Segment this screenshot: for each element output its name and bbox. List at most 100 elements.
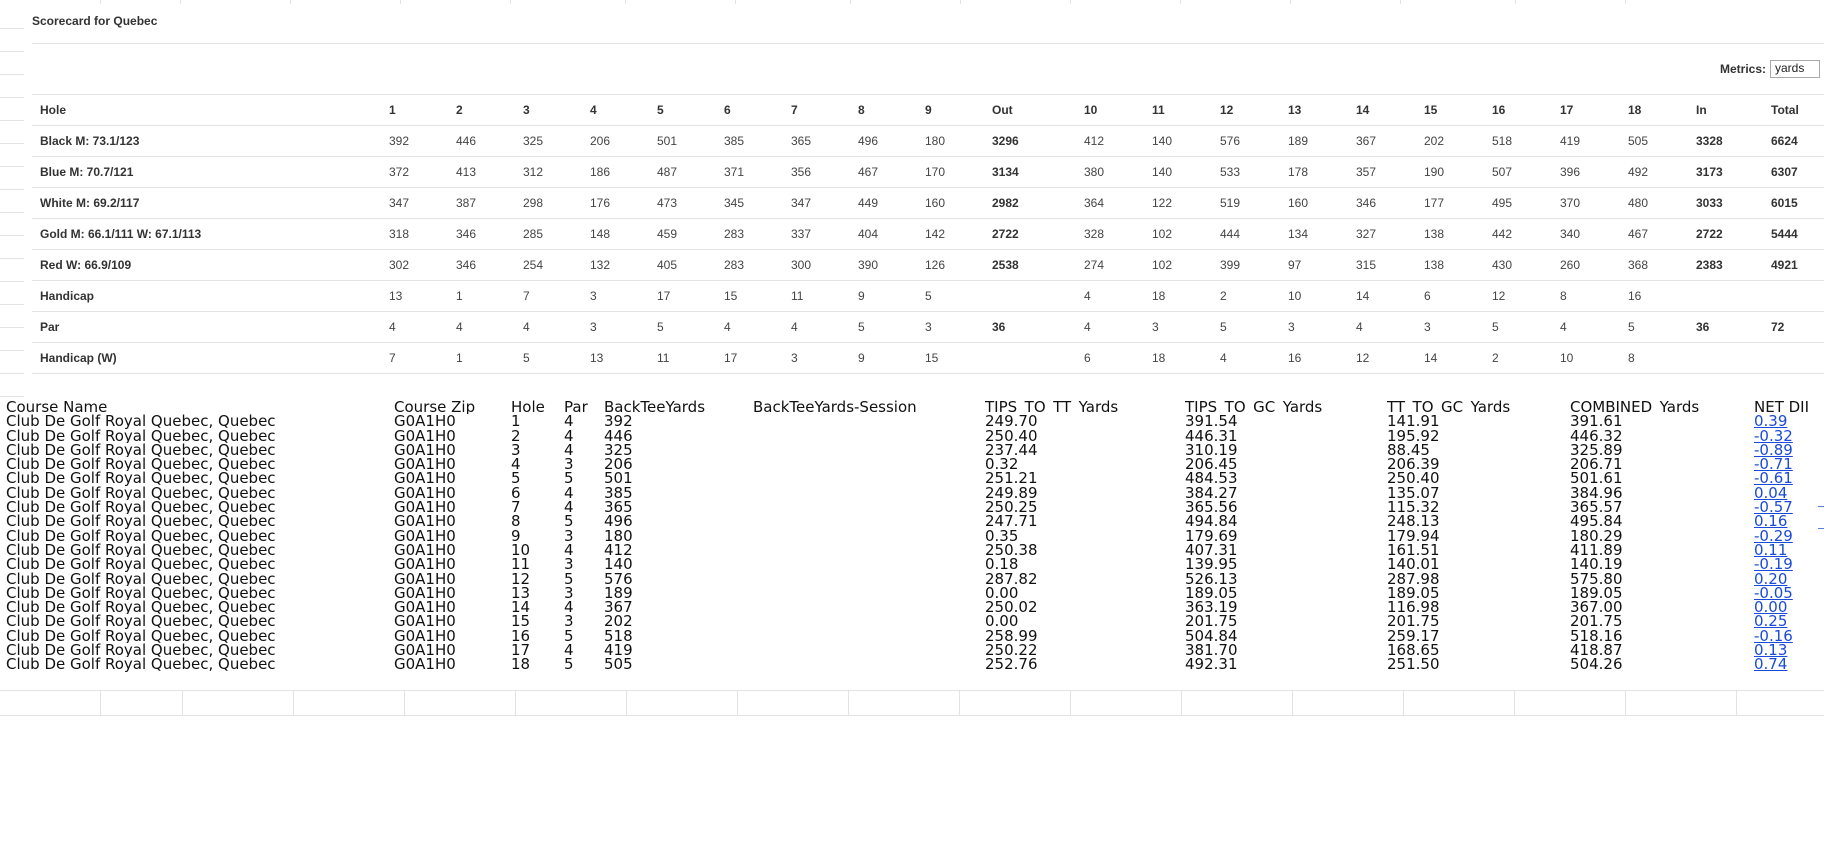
metrics-label: Metrics:: [1719, 62, 1766, 76]
net-diff-link[interactable]: -0.32: [1754, 429, 1824, 443]
score-cell: 501: [649, 125, 716, 157]
header-cell: 3: [515, 94, 582, 126]
header-cell: 9: [917, 94, 984, 126]
score-cell: 189: [1280, 125, 1348, 157]
net-diff-link[interactable]: -0.89: [1754, 443, 1824, 457]
net-diff-link[interactable]: -0.05: [1754, 586, 1824, 600]
data-cell: Club De Golf Royal Quebec, Quebec: [6, 614, 276, 629]
data-cell: G0A1H0: [394, 585, 456, 601]
score-cell: 132: [582, 249, 649, 281]
data-cell: G0A1H0: [394, 514, 456, 529]
data-cell: Club De Golf Royal Quebec, Quebec: [6, 600, 276, 615]
net-diff-link[interactable]: 0.00: [1754, 600, 1824, 614]
score-cell: 387: [448, 187, 515, 219]
data-cell: 4: [511, 457, 521, 472]
score-cell: 372: [381, 156, 448, 188]
score-cell: 10: [1552, 342, 1620, 374]
data-cell: 8: [511, 514, 521, 529]
score-cell: 318: [381, 218, 448, 250]
data-cell: 367: [604, 600, 633, 615]
net-diff-link[interactable]: -0.57: [1754, 500, 1824, 514]
score-cell: 190: [1416, 156, 1484, 188]
title-divider: [32, 43, 1824, 44]
data-cell: 250.22: [985, 643, 1038, 658]
edge-mark: [1818, 506, 1824, 507]
score-cell: 347: [783, 187, 850, 219]
data-cell: 258.99: [985, 628, 1038, 644]
score-cell: 254: [515, 249, 582, 281]
score-cell: 11: [649, 342, 716, 374]
net-diff-link[interactable]: 0.04: [1754, 486, 1824, 500]
edge-mark: [1818, 528, 1824, 529]
data-cell: 250.40: [1387, 471, 1440, 486]
net-diff-link[interactable]: -0.29: [1754, 529, 1824, 543]
data-cell: 140.01: [1387, 557, 1440, 572]
score-cell: 367: [1348, 125, 1416, 157]
score-cell: 4: [515, 311, 582, 343]
data-cell: 392: [604, 414, 633, 429]
score-cell: 380: [1076, 156, 1144, 188]
score-cell: 3: [783, 342, 850, 374]
scorecard-card: Scorecard for Quebec Metrics: yards Hole…: [32, 0, 1824, 395]
score-cell: 126: [917, 249, 984, 281]
data-row: Club De Golf Royal Quebec, Quebec G0A1H0 1…: [6, 572, 1824, 586]
grid-line: [626, 691, 627, 715]
data-cell: 135.07: [1387, 485, 1440, 501]
data-cell: 365.57: [1570, 500, 1623, 515]
score-cell: 178: [1280, 156, 1348, 188]
net-diff-link[interactable]: 0.13: [1754, 643, 1824, 657]
grid-line: [0, 120, 24, 121]
net-diff-link[interactable]: -0.71: [1754, 457, 1824, 471]
score-cell: 13: [381, 280, 448, 312]
score-cell: 15: [917, 342, 984, 374]
data-cell: Club De Golf Royal Quebec, Quebec: [6, 643, 276, 658]
net-diff-link[interactable]: 0.11: [1754, 543, 1824, 557]
net-diff-link[interactable]: -0.19: [1754, 557, 1824, 571]
data-cell: 4: [564, 600, 574, 615]
data-cell: 484.53: [1185, 471, 1238, 486]
data-cell: 363.19: [1185, 600, 1238, 615]
net-diff-link[interactable]: -0.16: [1754, 629, 1824, 643]
data-cell: 2: [511, 428, 521, 443]
bottom-grid-row: [0, 690, 1824, 716]
grid-line: [182, 691, 183, 715]
data-cell: 189: [604, 585, 633, 601]
header-cell: 10: [1076, 94, 1144, 126]
data-cell: 494.84: [1185, 514, 1238, 529]
score-cell: 1: [448, 342, 515, 374]
score-cell: 7: [381, 342, 448, 374]
data-cell: 4: [564, 500, 574, 515]
grid-line: [0, 212, 24, 213]
score-cell: 4: [783, 311, 850, 343]
data-cell: 201.75: [1185, 614, 1238, 629]
data-cell: 116.98: [1387, 600, 1440, 615]
score-cell: 5: [1620, 311, 1688, 343]
score-cell: 404: [850, 218, 917, 250]
scorecard-row: Blue M: 70.7/121 372 413 312 186 487 371 356 467…: [32, 156, 1824, 188]
data-cell: 250.40: [985, 428, 1038, 443]
data-cell: Club De Golf Royal Quebec, Quebec: [6, 585, 276, 601]
net-diff-link[interactable]: 0.16: [1754, 514, 1824, 528]
header-cell: 6: [716, 94, 783, 126]
metrics-select[interactable]: yards: [1770, 60, 1820, 78]
header-cell: 7: [783, 94, 850, 126]
net-diff-link[interactable]: -0.61: [1754, 471, 1824, 485]
score-cell: 4: [1076, 280, 1144, 312]
score-cell: 122: [1144, 187, 1212, 219]
net-diff-link[interactable]: 0.74: [1754, 657, 1824, 671]
header-cell: 5: [649, 94, 716, 126]
score-cell: 17: [716, 342, 783, 374]
data-cell: 496: [604, 514, 633, 529]
data-row: Club De Golf Royal Quebec, Quebec G0A1H0 1…: [6, 600, 1824, 614]
data-cell: 6: [511, 485, 521, 501]
data-cell: 9: [511, 528, 521, 543]
net-diff-link[interactable]: 0.20: [1754, 572, 1824, 586]
data-cell: 0.00: [985, 614, 1019, 629]
net-diff-link[interactable]: 0.39: [1754, 414, 1824, 428]
data-cell: G0A1H0: [394, 542, 456, 558]
score-cell: 2982: [984, 187, 1076, 219]
data-cell: 206: [604, 457, 633, 472]
net-diff-link[interactable]: 0.25: [1754, 614, 1824, 628]
score-cell: 419: [1552, 125, 1620, 157]
grid-line: [1181, 691, 1182, 715]
